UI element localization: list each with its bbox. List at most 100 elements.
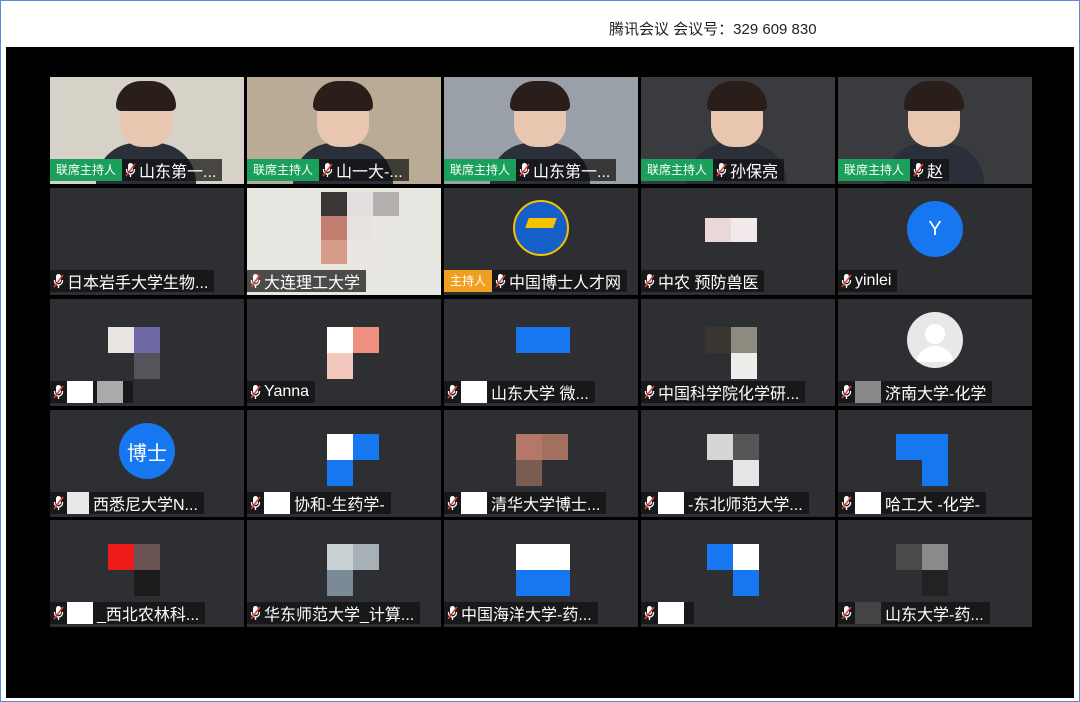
participant-name: 大连理工大学: [264, 275, 361, 292]
mosaic-block: [134, 353, 160, 379]
mic-muted-icon: [447, 385, 458, 399]
name-redaction-block: [855, 492, 881, 514]
participant-tile-23[interactable]: 中国海洋大学-药...: [444, 520, 638, 627]
participant-label: _西北农林科...: [50, 602, 206, 624]
mic-muted-icon: [913, 163, 924, 177]
participant-tile-25[interactable]: 山东大学-药...: [838, 520, 1032, 627]
mic-muted-icon: [644, 274, 655, 288]
role-badge: 联席主持人: [838, 159, 911, 181]
mic-muted-icon: [644, 385, 655, 399]
participant-hair: [707, 81, 767, 111]
participant-label: 协和-生药学-: [247, 492, 391, 514]
participant-tile-20[interactable]: 哈工大 -化学-: [838, 410, 1032, 517]
participant-label: 山东大学-药...: [838, 602, 990, 624]
participant-tile-22[interactable]: 华东师范大学_计算...: [247, 520, 441, 627]
participant-tile-10[interactable]: Y yinlei: [838, 188, 1032, 295]
participant-tile-12[interactable]: Yanna: [247, 299, 441, 406]
mosaic-block: [707, 434, 733, 460]
mosaic-block: [542, 434, 568, 460]
participant-label: 西悉尼大学N...: [50, 492, 204, 514]
video-grid: 联席主持人 山东第一... 联席主持人 山一大-... 联席主持人 山东第一..…: [6, 47, 1074, 698]
title-bar: 腾讯会议 会议号：329 609 830: [1, 1, 1079, 47]
participant-label: 中国海洋大学-药...: [444, 602, 598, 624]
participant-name: 西悉尼大学N...: [93, 497, 198, 514]
participant-name: 济南大学-化学: [885, 386, 987, 403]
mosaic-block: [922, 570, 948, 596]
participant-tile-3[interactable]: 联席主持人 山东第一...: [444, 77, 638, 184]
participant-namebar: 哈工大 -化学-: [838, 492, 987, 514]
participant-name: Yanna: [264, 383, 310, 400]
participant-tile-24[interactable]: [641, 520, 835, 627]
participant-label: [641, 602, 694, 624]
participant-label: 孙保亮: [713, 159, 785, 181]
participant-name: 哈工大 -化学-: [885, 497, 981, 514]
mosaic-block: [327, 327, 353, 353]
participant-namebar: yinlei: [838, 270, 898, 292]
role-badge: 联席主持人: [641, 159, 714, 181]
mosaic-block: [731, 327, 757, 353]
mic-muted-icon: [53, 496, 64, 510]
mosaic-block: [516, 544, 570, 570]
participant-tile-15[interactable]: 济南大学-化学: [838, 299, 1032, 406]
participant-namebar: 协和-生药学-: [247, 492, 391, 514]
participant-namebar: 济南大学-化学: [838, 381, 993, 403]
participant-tile-13[interactable]: 山东大学 微...: [444, 299, 638, 406]
mic-muted-icon: [519, 163, 530, 177]
mosaic-block: [353, 544, 379, 570]
participant-label: -东北师范大学...: [641, 492, 809, 514]
participant-tile-11[interactable]: [50, 299, 244, 406]
mic-muted-icon: [447, 606, 458, 620]
participant-namebar: 日本岩手大学生物...: [50, 270, 215, 292]
participant-label: yinlei: [838, 270, 898, 292]
participant-name: 中国科学院化学研...: [658, 386, 800, 403]
mosaic-block: [733, 544, 759, 570]
mic-muted-icon: [841, 385, 852, 399]
participant-namebar: 联席主持人 孙保亮: [641, 159, 785, 181]
participant-tile-19[interactable]: -东北师范大学...: [641, 410, 835, 517]
participant-tile-21[interactable]: _西北农林科...: [50, 520, 244, 627]
participant-namebar: 华东师范大学_计算...: [247, 602, 421, 624]
mosaic-block: [321, 192, 347, 216]
name-redaction-block: [658, 602, 684, 624]
mosaic-block: [134, 570, 160, 596]
mosaic-block: [896, 544, 922, 570]
participant-namebar: 中国科学院化学研...: [641, 381, 806, 403]
participant-namebar: 联席主持人 山东第一...: [444, 159, 617, 181]
participant-label: 赵: [910, 159, 950, 181]
mosaic-block: [896, 434, 922, 460]
mosaic-block: [134, 327, 160, 353]
participant-tile-1[interactable]: 联席主持人 山东第一...: [50, 77, 244, 184]
mosaic-block: [705, 327, 731, 353]
mic-muted-icon: [841, 606, 852, 620]
participant-namebar: _西北农林科...: [50, 602, 206, 624]
participant-tile-7[interactable]: 大连理工大学: [247, 188, 441, 295]
participant-label: 济南大学-化学: [838, 381, 993, 403]
participant-tile-2[interactable]: 联席主持人 山一大-...: [247, 77, 441, 184]
mosaic-block: [733, 434, 759, 460]
participant-name: 山一大-...: [336, 164, 403, 181]
participant-namebar: 中国海洋大学-药...: [444, 602, 598, 624]
mosaic-block: [327, 544, 353, 570]
participant-tile-9[interactable]: 中农 预防兽医: [641, 188, 835, 295]
participant-label: 日本岩手大学生物...: [50, 270, 215, 292]
participant-name: 赵: [927, 164, 944, 181]
participant-name: 中国海洋大学-药...: [461, 607, 592, 624]
participant-tile-5[interactable]: 联席主持人 赵: [838, 77, 1032, 184]
participant-tile-16[interactable]: 博士 西悉尼大学N...: [50, 410, 244, 517]
mosaic-block: [373, 192, 399, 216]
participant-tile-17[interactable]: 协和-生药学-: [247, 410, 441, 517]
mosaic-block: [108, 544, 134, 570]
participant-namebar: 山东大学 微...: [444, 381, 595, 403]
mosaic-block: [707, 544, 733, 570]
participant-name: _西北农林科...: [97, 607, 200, 624]
participant-namebar: -东北师范大学...: [641, 492, 809, 514]
participant-tile-14[interactable]: 中国科学院化学研...: [641, 299, 835, 406]
mic-muted-icon: [250, 606, 261, 620]
participant-tile-8[interactable]: 主持人 中国博士人才网: [444, 188, 638, 295]
mic-muted-icon: [644, 606, 655, 620]
participant-tile-6[interactable]: 日本岩手大学生物...: [50, 188, 244, 295]
name-redaction-block: [461, 492, 487, 514]
participant-tile-18[interactable]: 清华大学博士...: [444, 410, 638, 517]
participant-tile-4[interactable]: 联席主持人 孙保亮: [641, 77, 835, 184]
participant-name: 山东大学 微...: [491, 386, 589, 403]
